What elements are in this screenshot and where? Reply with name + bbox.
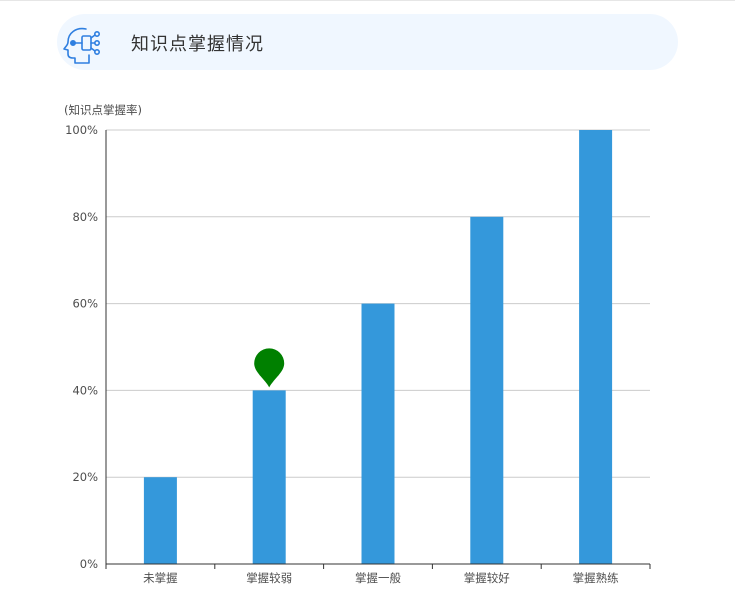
mastery-bar-chart: (知识点掌握率) 0% 20% 40% 60% 80% 100% 未掌握 掌握较弱 掌握一般 掌… <box>64 103 651 585</box>
y-axis-title: (知识点掌握率) <box>64 103 142 117</box>
x-tick-label: 掌握一般 <box>355 571 401 585</box>
y-tick-labels: 0% 20% 40% 60% 80% 100% <box>65 123 98 571</box>
bar[interactable] <box>361 303 395 564</box>
x-tick-labels: 未掌握 掌握较弱 掌握一般 掌握较好 掌握熟练 <box>143 571 619 585</box>
y-tick-label: 80% <box>72 210 98 224</box>
x-tick-label: 未掌握 <box>143 571 178 585</box>
bar[interactable] <box>143 477 177 564</box>
y-tick-label: 0% <box>80 557 98 571</box>
bar[interactable] <box>579 130 613 564</box>
x-tick-label: 掌握较好 <box>464 571 510 585</box>
bar[interactable] <box>470 216 504 565</box>
y-tick-label: 100% <box>65 123 98 137</box>
x-axis <box>105 563 651 569</box>
y-tick-label: 40% <box>72 383 98 397</box>
map-pin-icon <box>254 348 285 388</box>
bar[interactable] <box>252 390 286 564</box>
bars <box>143 130 613 565</box>
y-tick-label: 20% <box>72 470 98 484</box>
x-tick-label: 掌握较弱 <box>246 571 292 585</box>
x-tick-label: 掌握熟练 <box>573 571 619 585</box>
marker-layer <box>254 348 285 388</box>
y-tick-label: 60% <box>72 297 98 311</box>
